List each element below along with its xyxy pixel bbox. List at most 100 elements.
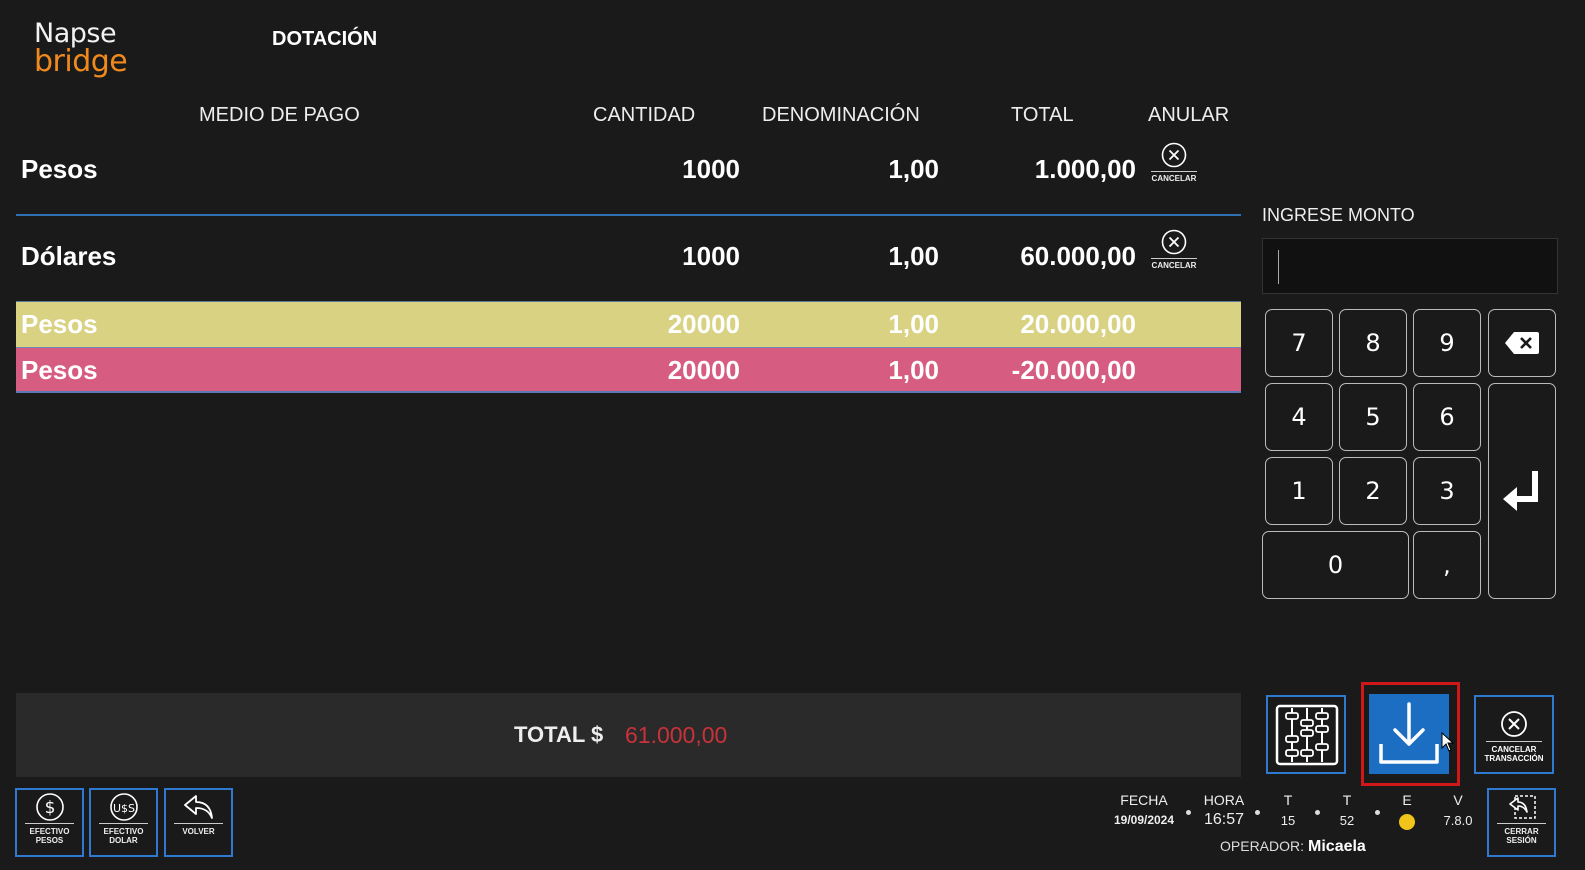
divider (1486, 741, 1542, 742)
efectivo-pesos-button[interactable]: $ EFECTIVO PESOS (15, 788, 84, 857)
status-indicator-icon (1399, 814, 1415, 830)
cancel-transaction-button[interactable]: CANCELAR TRANSACCIÓN (1474, 695, 1554, 774)
amount-input[interactable] (1262, 238, 1558, 294)
row-denominacion: 1,00 (888, 241, 939, 271)
efectivo-dolar-button[interactable]: U$S EFECTIVO DOLAR (89, 788, 158, 857)
divider (1151, 171, 1197, 172)
table-row[interactable]: Dólares 1000 1,00 60.000,00 (16, 215, 1241, 303)
close-circle-icon (1501, 711, 1527, 737)
header-anular: ANULAR (1148, 104, 1230, 126)
header-denominacion: DENOMINACIÓN (762, 104, 920, 126)
row-denominacion: 1,00 (888, 154, 939, 184)
volver-button[interactable]: VOLVER (164, 788, 233, 857)
usd-coin-icon: U$S (109, 793, 138, 821)
status-version: V 7.8.0 (1440, 792, 1476, 828)
status-fecha: FECHA 19/09/2024 (1110, 792, 1178, 827)
row-medio: Pesos (21, 154, 98, 184)
key-0[interactable]: 0 (1262, 531, 1409, 599)
separator-dot (1315, 810, 1320, 815)
version-value: 7.8.0 (1443, 813, 1473, 828)
separator-dot (1375, 810, 1380, 815)
logo-line-bridge: bridge (34, 44, 128, 79)
cancel-row-button[interactable]: CANCELAR (1150, 142, 1198, 188)
row-cantidad: 20000 (667, 309, 740, 339)
row-total: -20.000,00 (1011, 355, 1136, 385)
mouse-cursor-icon (1441, 732, 1455, 752)
row-cantidad: 20000 (667, 355, 740, 385)
hora-value: 16:57 (1203, 811, 1245, 828)
divider (174, 823, 223, 824)
key-7[interactable]: 7 (1265, 309, 1333, 377)
cerrar-sesion-label: CERRAR SESIÓN (1504, 827, 1539, 845)
header-total: TOTAL (1011, 104, 1074, 126)
v-label: V (1453, 792, 1463, 808)
row-total: 1.000,00 (1034, 154, 1136, 184)
row-denominacion: 1,00 (888, 309, 939, 339)
svg-text:U$S: U$S (112, 802, 134, 815)
efectivo-dolar-label: EFECTIVO DOLAR (103, 827, 144, 845)
status-t1: T 15 (1274, 792, 1302, 828)
download-icon (1379, 702, 1439, 764)
cerrar-sesion-button[interactable]: CERRAR SESIÓN (1487, 788, 1556, 857)
divider (99, 823, 148, 824)
total-label: TOTAL $ (514, 722, 604, 747)
abacus-button[interactable] (1266, 695, 1346, 774)
divider (1497, 823, 1546, 824)
cancel-transaction-label: CANCELAR TRANSACCIÓN (1484, 745, 1544, 763)
row-cantidad: 1000 (682, 154, 740, 184)
key-4[interactable]: 4 (1265, 383, 1333, 451)
table-row[interactable]: Pesos 1000 1,00 1.000,00 (16, 128, 1241, 216)
t1-value: 15 (1280, 813, 1296, 828)
hora-label: HORA (1203, 792, 1245, 808)
status-t2: T 52 (1333, 792, 1361, 828)
key-8[interactable]: 8 (1339, 309, 1407, 377)
backspace-key[interactable] (1488, 309, 1556, 377)
save-download-button[interactable] (1369, 694, 1449, 774)
operator-info: OPERADOR: Micaela (1220, 838, 1366, 856)
key-1[interactable]: 1 (1265, 457, 1333, 525)
e-label: E (1402, 792, 1412, 808)
row-total: 60.000,00 (1020, 241, 1136, 271)
operador-label: OPERADOR: (1220, 838, 1305, 854)
efectivo-pesos-label: EFECTIVO PESOS (29, 827, 70, 845)
logout-icon (1508, 795, 1536, 819)
back-arrow-icon (183, 795, 213, 819)
table-header: MEDIO DE PAGO CANTIDAD DENOMINACIÓN TOTA… (0, 104, 1240, 128)
total-value: 61.000,00 (625, 722, 728, 748)
row-medio: Dólares (21, 241, 117, 271)
header-medio-de-pago: MEDIO DE PAGO (199, 104, 360, 126)
table-row-highlight-pink[interactable]: Pesos 20000 1,00 -20.000,00 (16, 347, 1241, 393)
key-2[interactable]: 2 (1339, 457, 1407, 525)
t2-label: T (1342, 792, 1352, 808)
table-row-highlight-yellow[interactable]: Pesos 20000 1,00 20.000,00 (16, 301, 1241, 347)
row-denominacion: 1,00 (888, 355, 939, 385)
key-6[interactable]: 6 (1413, 383, 1481, 451)
cancel-label: CANCELAR (1151, 174, 1197, 183)
key-9[interactable]: 9 (1413, 309, 1481, 377)
t2-value: 52 (1339, 813, 1355, 828)
fecha-value: 19/09/2024 (1113, 813, 1175, 827)
amount-label: INGRESE MONTO (1262, 205, 1415, 225)
svg-text:$: $ (44, 798, 55, 818)
row-medio: Pesos (21, 355, 98, 385)
divider (1151, 258, 1197, 259)
backspace-icon (1505, 332, 1539, 354)
cancel-row-button[interactable]: CANCELAR (1150, 229, 1198, 275)
t1-label: T (1283, 792, 1293, 808)
key-5[interactable]: 5 (1339, 383, 1407, 451)
separator-dot (1255, 810, 1260, 815)
key-3[interactable]: 3 (1413, 457, 1481, 525)
abacus-icon (1275, 704, 1339, 766)
enter-key[interactable] (1488, 383, 1556, 599)
volver-label: VOLVER (182, 827, 215, 836)
key-comma[interactable]: , (1413, 531, 1481, 599)
status-hora: HORA 16:57 (1200, 792, 1248, 829)
operador-name: Micaela (1308, 838, 1366, 855)
page-title: DOTACIÓN (272, 28, 378, 50)
napse-bridge-logo: Napse bridge (34, 18, 128, 79)
separator-dot (1186, 810, 1191, 815)
divider (25, 823, 74, 824)
row-total: 20.000,00 (1020, 309, 1136, 339)
status-e: E (1394, 792, 1420, 830)
text-caret (1278, 250, 1279, 284)
